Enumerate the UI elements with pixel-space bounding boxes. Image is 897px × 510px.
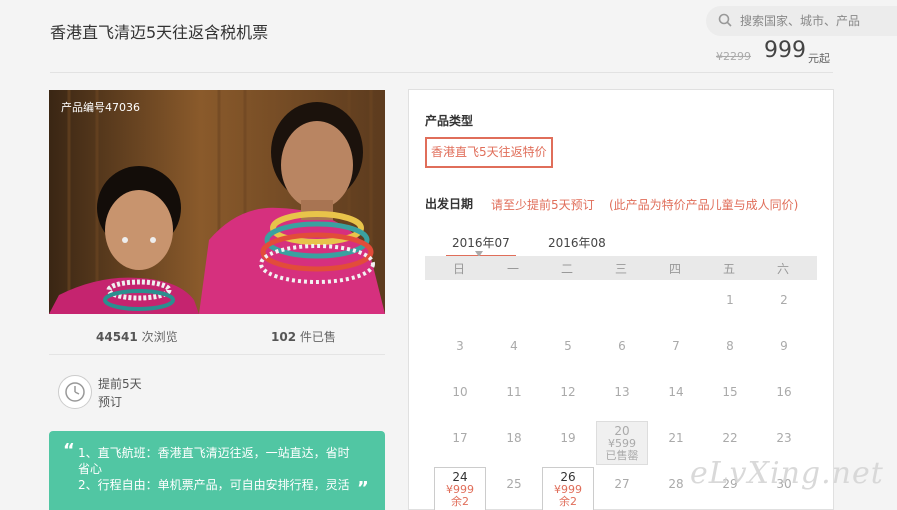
- product-type-option[interactable]: 香港直飞5天往返特价: [425, 137, 553, 168]
- calendar-day: 12: [542, 375, 594, 419]
- calendar-day: 17: [434, 421, 486, 465]
- weekday-fri: 五: [722, 262, 735, 276]
- calendar-day-number: 7: [672, 339, 680, 353]
- calendar-day-number: 2: [780, 293, 788, 307]
- calendar-day: 18: [488, 421, 540, 465]
- view-count-number: 44541: [96, 330, 138, 344]
- calendar-day-number: 12: [560, 385, 576, 399]
- calendar-day: 1: [704, 283, 756, 327]
- weekday-sun: 日: [452, 262, 465, 276]
- calendar-day-number: 15: [722, 385, 738, 399]
- calendar-day: 6: [596, 329, 648, 373]
- weekday-mon: 一: [506, 262, 519, 276]
- weekday-header: 日 一 二 三 四 五 六: [425, 256, 817, 280]
- view-count-label: 次浏览: [141, 330, 178, 344]
- highlight-line2: 2、行程自由：单机票产品，可自由安排行程，灵活: [78, 478, 350, 492]
- current-price: 999: [764, 38, 806, 63]
- product-id: 产品编号47036: [61, 101, 140, 114]
- calendar-day: 3: [434, 329, 486, 373]
- product-photo: 产品编号47036: [49, 90, 385, 314]
- calendar-day: 27: [596, 467, 648, 510]
- calendar-day: 2: [758, 283, 810, 327]
- highlights-box: “ 1、直飞航班：香港直飞清迈往返，一站直达，省时省心 2、行程自由：单机票产品…: [49, 431, 385, 510]
- calendar-day: 16: [758, 375, 810, 419]
- calendar-day-number: 6: [618, 339, 626, 353]
- price-notice: (此产品为特价产品儿童与成人同价): [609, 198, 799, 212]
- sold-count-number: 102: [271, 330, 297, 344]
- calendar-day-number: 21: [668, 431, 684, 445]
- calendar-day-number: 10: [452, 385, 468, 399]
- calendar-day-number: 14: [668, 385, 684, 399]
- quote-close-icon: ”: [357, 478, 369, 499]
- search-box[interactable]: [706, 6, 897, 36]
- calendar-day: 10: [434, 375, 486, 419]
- calendar-day: 5: [542, 329, 594, 373]
- product-type-title: 产品类型: [425, 114, 474, 128]
- stock-left-label: 余2: [559, 495, 577, 508]
- original-price: ¥2299: [716, 50, 751, 63]
- quote-open-icon: “: [63, 440, 75, 461]
- month-tab-august[interactable]: 2016年08: [548, 234, 606, 251]
- calendar-day-number: 17: [452, 431, 468, 445]
- calendar-day-number: 26: [560, 470, 576, 484]
- calendar-day-number: 24: [452, 470, 468, 484]
- header: 香港直飞清迈5天往返含税机票 ¥2299 999 元起: [0, 0, 897, 72]
- calendar-day-number: 8: [726, 339, 734, 353]
- clock-icon: [58, 375, 92, 409]
- search-input[interactable]: [740, 11, 890, 31]
- calendar-day-number: 25: [506, 477, 522, 491]
- calendar-day: 20 ¥599 已售罄: [596, 421, 648, 465]
- calendar-day-number: 18: [506, 431, 522, 445]
- calendar-day: 13: [596, 375, 648, 419]
- advance-notice: 请至少提前5天预订: [491, 198, 595, 212]
- calendar-day-number: 27: [614, 477, 630, 491]
- view-count: 44541 次浏览: [96, 328, 178, 345]
- weekday-thu: 四: [668, 262, 681, 276]
- page-title: 香港直飞清迈5天往返含税机票: [50, 23, 269, 42]
- calendar-day-number: 11: [506, 385, 522, 399]
- calendar-day: 4: [488, 329, 540, 373]
- stats-divider: [49, 354, 385, 355]
- calendar-day: 7: [650, 329, 702, 373]
- calendar-day-number: 4: [510, 339, 518, 353]
- sold-count: 102 件已售: [271, 328, 336, 345]
- calendar-day-number: 1: [726, 293, 734, 307]
- advance-line2: 预订: [98, 395, 123, 409]
- calendar-day-number: 9: [780, 339, 788, 353]
- advance-text: 提前5天 预订: [98, 375, 178, 411]
- header-divider: [50, 72, 833, 73]
- calendar-day: 25: [488, 467, 540, 510]
- calendar-day: 11: [488, 375, 540, 419]
- calendar-day: 14: [650, 375, 702, 419]
- calendar-day: 15: [704, 375, 756, 419]
- sold-count-label: 件已售: [299, 330, 336, 344]
- calendar-day-number: 19: [560, 431, 576, 445]
- month-tab-july[interactable]: 2016年07: [446, 234, 516, 257]
- departure-date-title: 出发日期: [425, 197, 474, 211]
- calendar-day-number: 22: [722, 431, 738, 445]
- weekday-tue: 二: [560, 262, 573, 276]
- calendar-day-number: 3: [456, 339, 464, 353]
- weekday-sat: 六: [776, 262, 789, 276]
- calendar-day: 19: [542, 421, 594, 465]
- calendar-day: 9: [758, 329, 810, 373]
- calendar-day-number: 5: [564, 339, 572, 353]
- advance-line1: 提前5天: [98, 377, 142, 391]
- product-stats: 44541 次浏览 102 件已售: [49, 322, 385, 352]
- search-icon[interactable]: [718, 13, 732, 27]
- booking-panel: 产品类型 香港直飞5天往返特价 出发日期 请至少提前5天预订 (此产品为特价产品…: [408, 89, 834, 510]
- calendar-day-number: 23: [776, 431, 792, 445]
- stock-left-label: 余2: [451, 495, 469, 508]
- calendar-day-number: 13: [614, 385, 630, 399]
- calendar-day[interactable]: 26 ¥999 余2: [542, 467, 594, 510]
- calendar-day-number: 20: [614, 424, 630, 438]
- calendar-day[interactable]: 24 ¥999 余2: [434, 467, 486, 510]
- sold-out-label: 已售罄: [605, 449, 639, 462]
- highlight-line1: 1、直飞航班：香港直飞清迈往返，一站直达，省时省心: [78, 446, 350, 476]
- weekday-wed: 三: [614, 262, 627, 276]
- calendar-day-number: 16: [776, 385, 792, 399]
- price-unit: 元起: [808, 52, 830, 65]
- calendar-day: 8: [704, 329, 756, 373]
- watermark: eLvXing.net: [690, 456, 884, 491]
